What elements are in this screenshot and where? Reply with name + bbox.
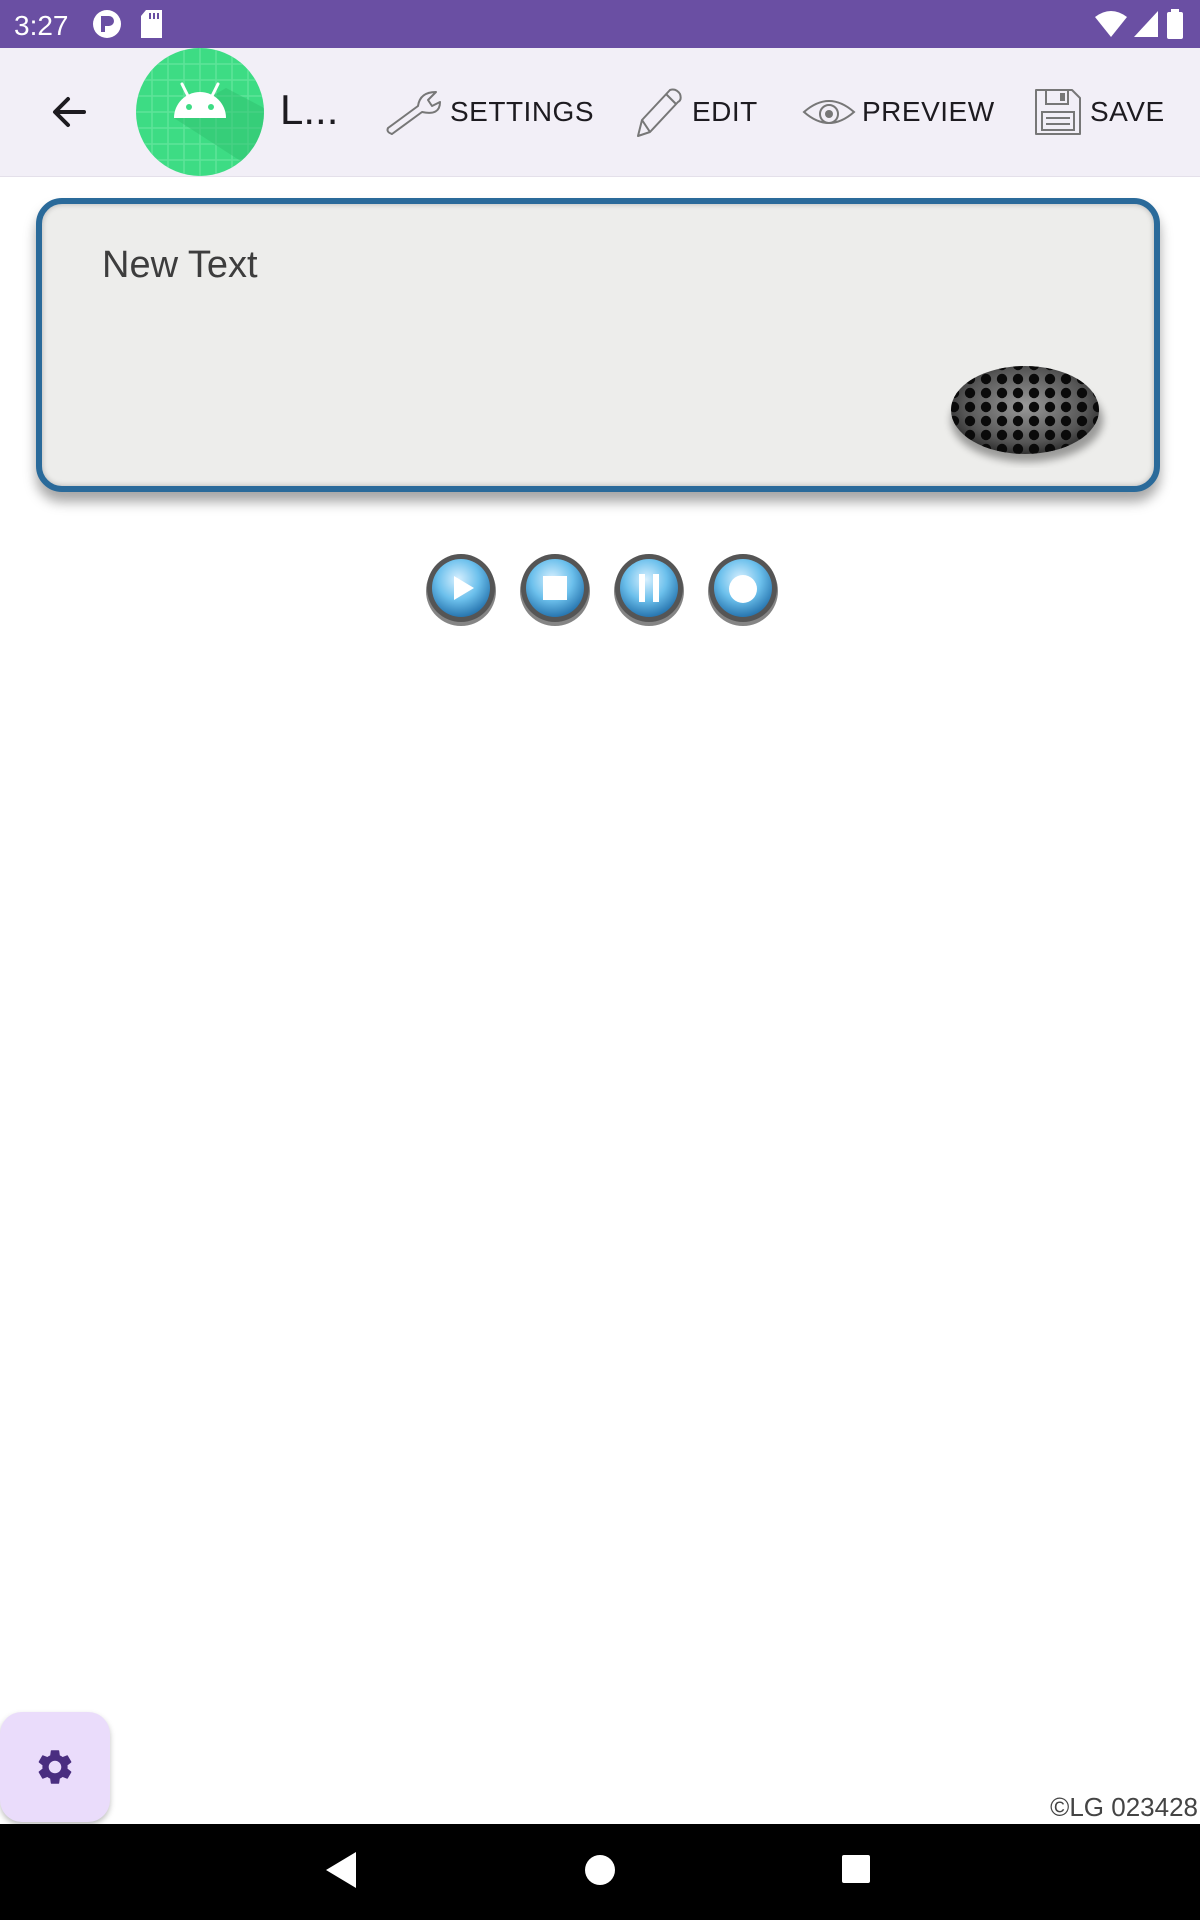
status-bar: 3:27 [0,0,1200,48]
app-notification-icon [92,9,122,44]
nav-home-icon[interactable] [584,1850,616,1895]
play-button[interactable] [424,552,498,626]
record-icon [708,554,778,626]
system-nav-bar [0,1824,1200,1920]
copyright-text: ©LG 023428 [1050,1792,1198,1822]
preview-button[interactable]: PREVIEW [802,82,995,142]
nav-back-icon[interactable] [322,1850,358,1895]
panel-text: New Text [102,244,258,286]
media-controls [420,552,780,632]
stop-button[interactable] [518,552,592,626]
save-label: SAVE [1090,96,1165,127]
settings-button[interactable]: SETTINGS [384,82,594,142]
record-button[interactable] [706,552,780,626]
pause-icon [614,554,684,626]
floppy-disk-icon [1035,89,1081,135]
text-panel[interactable]: New Text [36,198,1160,492]
cell-signal-icon [1132,9,1160,44]
status-time: 3:27 [14,10,69,41]
play-icon [426,554,496,626]
app-logo [136,48,264,176]
nav-recents-icon[interactable] [840,1850,872,1895]
gear-icon [38,1750,72,1784]
app-bar: L... SETTINGS EDIT PREVIEW SAVE [0,48,1200,177]
preview-label: PREVIEW [862,96,995,127]
edit-label: EDIT [692,96,758,127]
stop-icon [520,554,590,626]
pause-button[interactable] [612,552,686,626]
sd-card-icon [140,9,164,44]
wifi-icon [1094,9,1128,44]
app-title: L... [280,86,339,133]
pencil-icon [637,88,682,137]
speaker-grille-icon [930,358,1120,468]
save-button[interactable]: SAVE [1032,82,1165,142]
wrench-icon [386,91,441,135]
back-arrow-icon[interactable] [44,88,96,136]
battery-icon [1166,9,1184,44]
edit-button[interactable]: EDIT [630,82,758,142]
eye-icon [802,100,856,124]
floating-settings-button[interactable] [0,1712,110,1822]
settings-label: SETTINGS [450,96,595,127]
